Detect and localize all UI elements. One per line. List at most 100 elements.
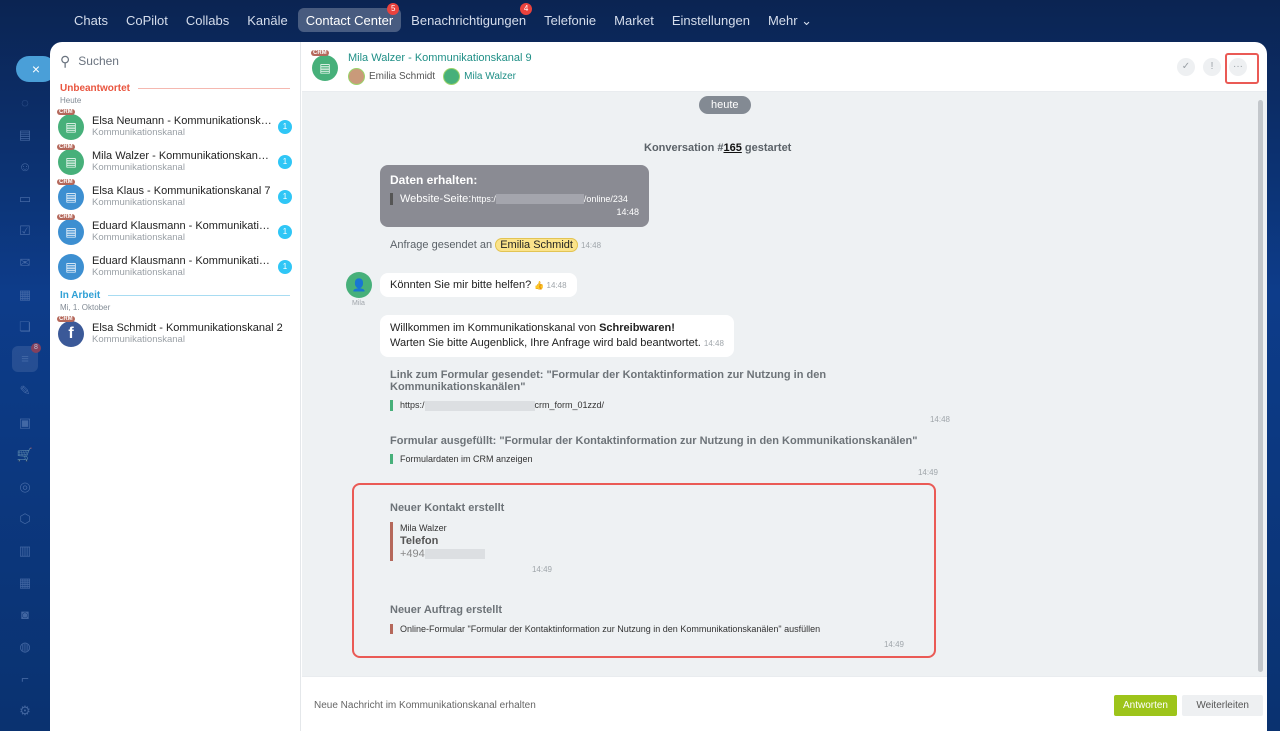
- info-icon[interactable]: !: [1203, 58, 1221, 76]
- sidebar-icon[interactable]: ◌: [12, 90, 38, 116]
- list-item[interactable]: f CRM Elsa Schmidt - Kommunikationskanal …: [50, 315, 300, 351]
- left-sidebar: ◌ ▤ ☺ ▭ ☑ ✉ ▦ ❏ ≡ 8 ✎ ▣ 🛒 ◎ ⬡ ▥ ▦ ◙ ◍ ⌐ ⚙: [12, 90, 42, 730]
- crm-form-link[interactable]: Formulardaten im CRM anzeigen: [390, 454, 950, 464]
- search-placeholder: Suchen: [78, 54, 119, 68]
- list-item[interactable]: ▤CRM Eduard Klausmann - Kommunikationskan…: [50, 213, 300, 249]
- unread-count: 1: [278, 119, 292, 134]
- date-heading: Heute: [60, 96, 82, 105]
- chat-icon: ▤: [58, 253, 84, 280]
- sidebar-icon[interactable]: ⌐: [12, 666, 38, 692]
- status-text: Neue Nachricht im Kommunikationskanal er…: [314, 700, 536, 711]
- nav-item[interactable]: Kanäle: [239, 8, 295, 32]
- contact-created-message: Neuer Kontakt erstellt Mila Walzer Telefo…: [390, 502, 570, 574]
- data-received-message: Daten erhalten: Website-Seite:https://on…: [380, 165, 649, 227]
- client-name: Mila: [352, 300, 365, 307]
- sidebar-icon[interactable]: ✎: [12, 378, 38, 404]
- reply-button[interactable]: Antworten: [1113, 695, 1177, 716]
- chat-header: ▤ CRM Mila Walzer - Kommunikationskanal 9…: [302, 42, 1267, 92]
- sidebar-icon[interactable]: ⚙: [12, 698, 38, 724]
- item-subtitle: Kommunikationskanal: [92, 197, 185, 208]
- item-title: Eduard Klausmann - Kommunikationskanal 5: [92, 255, 272, 267]
- nav-item[interactable]: Benachrichtigungen 4: [403, 3, 534, 32]
- nav-badge: 4: [520, 3, 533, 15]
- member-name[interactable]: Mila Walzer: [464, 71, 516, 82]
- nav-item[interactable]: CoPilot: [118, 8, 176, 32]
- unread-count: 1: [278, 224, 292, 239]
- chat-window: ▤ CRM Mila Walzer - Kommunikationskanal 9…: [302, 42, 1267, 731]
- members: Emilia Schmidt Mila Walzer: [348, 68, 516, 85]
- nav-item[interactable]: Telefonie: [536, 8, 604, 32]
- form-link-message: Link zum Formular gesendet: "Formular de…: [390, 369, 950, 424]
- sidebar-icon[interactable]: ✉: [12, 250, 38, 276]
- sidebar-icon[interactable]: ▣: [12, 410, 38, 436]
- nav-item[interactable]: Collabs: [178, 8, 237, 32]
- chat-icon: ▤ CRM: [57, 108, 84, 140]
- list-item[interactable]: ▤ CRM Elsa Klaus - Kommunikationskanal 7 Ko…: [50, 178, 300, 214]
- sidebar-icon[interactable]: ◎: [12, 474, 38, 500]
- item-subtitle: Kommunikationskanal: [92, 334, 185, 345]
- conversation-list: ⚲ Suchen Unbeantwortet Heute ▤ CRM Elsa Ne…: [50, 42, 301, 731]
- sidebar-icon[interactable]: ▦: [12, 570, 38, 596]
- sidebar-icon[interactable]: ❏: [12, 314, 38, 340]
- sidebar-icon[interactable]: ▦: [12, 282, 38, 308]
- item-title: Mila Walzer - Kommunikationskanal 9: [92, 150, 272, 162]
- client-avatar: 👤: [346, 272, 372, 298]
- welcome-message: Willkommen im Kommunikationskanal von Sc…: [380, 315, 734, 357]
- conversation-started: Konversation #165 gestartet: [644, 142, 792, 154]
- item-subtitle: Kommunikationskanal: [92, 127, 185, 138]
- channel-icon: ▤ CRM: [311, 50, 338, 81]
- list-item[interactable]: ▤ Eduard Klausmann - Kommunikationskanal …: [50, 249, 300, 284]
- nav-item[interactable]: Market: [606, 8, 662, 32]
- nav-item[interactable]: Contact Center 5: [297, 3, 402, 32]
- date-pill: heute: [699, 96, 751, 114]
- sidebar-icon[interactable]: ◍: [12, 634, 38, 660]
- date-heading: Mi, 1. Oktober: [60, 303, 111, 312]
- sidebar-icon[interactable]: ▭: [12, 186, 38, 212]
- nav-item[interactable]: Einstellungen: [664, 8, 758, 32]
- item-title: Elsa Schmidt - Kommunikationskanal 2: [92, 322, 283, 334]
- item-subtitle: Kommunikationskanal: [92, 162, 185, 173]
- sidebar-icon[interactable]: ⬡: [12, 506, 38, 532]
- unread-count: 1: [278, 189, 292, 204]
- item-subtitle: Kommunikationskanal: [92, 267, 185, 278]
- nav-item[interactable]: Mehr ⌄: [760, 8, 820, 32]
- nav-item[interactable]: Chats: [66, 8, 116, 32]
- sidebar-icon[interactable]: ≡ 8: [12, 343, 41, 372]
- sidebar-icon[interactable]: ◙: [12, 602, 38, 628]
- sidebar-icon[interactable]: 🛒: [12, 442, 38, 468]
- unread-count: 1: [278, 154, 292, 169]
- check-icon[interactable]: ✓: [1177, 58, 1195, 76]
- chat-footer: Neue Nachricht im Kommunikationskanal er…: [302, 676, 1267, 731]
- sidebar-icon[interactable]: ▥: [12, 538, 38, 564]
- request-sent: Anfrage gesendet an Emilia Schmidt 14:48: [390, 238, 602, 252]
- highlight-box: [1225, 53, 1259, 84]
- contact-center-panel: ⚲ Suchen Unbeantwortet Heute ▤ CRM Elsa Ne…: [50, 42, 1267, 731]
- message-area: heute Konversation #165 gestartet Daten …: [302, 92, 1267, 676]
- facebook-icon: f CRM: [57, 315, 84, 347]
- item-subtitle: Kommunikationskanal: [92, 232, 185, 243]
- order-created-message: Neuer Auftrag erstellt Online-Formular "…: [390, 604, 910, 649]
- item-title: Elsa Neumann - Kommunikationskanal 8: [92, 115, 272, 127]
- search-input[interactable]: ⚲ Suchen: [50, 42, 300, 80]
- avatar: [348, 68, 365, 85]
- nav-badge: 5: [387, 3, 400, 15]
- unread-count: 1: [278, 259, 292, 274]
- forward-button[interactable]: Weiterleiten: [1182, 695, 1263, 716]
- top-nav: Chats CoPilot Collabs Kanäle Contact Center 5…: [66, 3, 820, 32]
- section-unanswered: Unbeantwortet: [50, 80, 300, 94]
- avatar: [443, 68, 461, 85]
- chat-icon: ▤ CRM: [57, 213, 84, 245]
- list-item[interactable]: ▤ CRM Elsa Neumann - Kommunikationskanal 8…: [50, 108, 300, 144]
- sidebar-icon[interactable]: ☑: [12, 218, 38, 244]
- scrollbar[interactable]: [1258, 100, 1263, 672]
- chat-title[interactable]: Mila Walzer - Kommunikationskanal 9: [348, 52, 532, 64]
- sidebar-icon[interactable]: ▤: [12, 122, 38, 148]
- sidebar-badge: 8: [31, 343, 41, 353]
- chat-icon: ▤ CRM: [57, 178, 84, 210]
- form-filled-message: Formular ausgefüllt: "Formular der Konta…: [390, 435, 950, 477]
- sidebar-icon[interactable]: ☺: [12, 154, 38, 180]
- section-in-work: In Arbeit: [50, 287, 300, 301]
- member-name[interactable]: Emilia Schmidt: [369, 71, 435, 82]
- chat-icon: ▤ CRM: [57, 143, 84, 175]
- list-item[interactable]: ▤ CRM Mila Walzer - Kommunikationskanal 9K…: [50, 143, 300, 179]
